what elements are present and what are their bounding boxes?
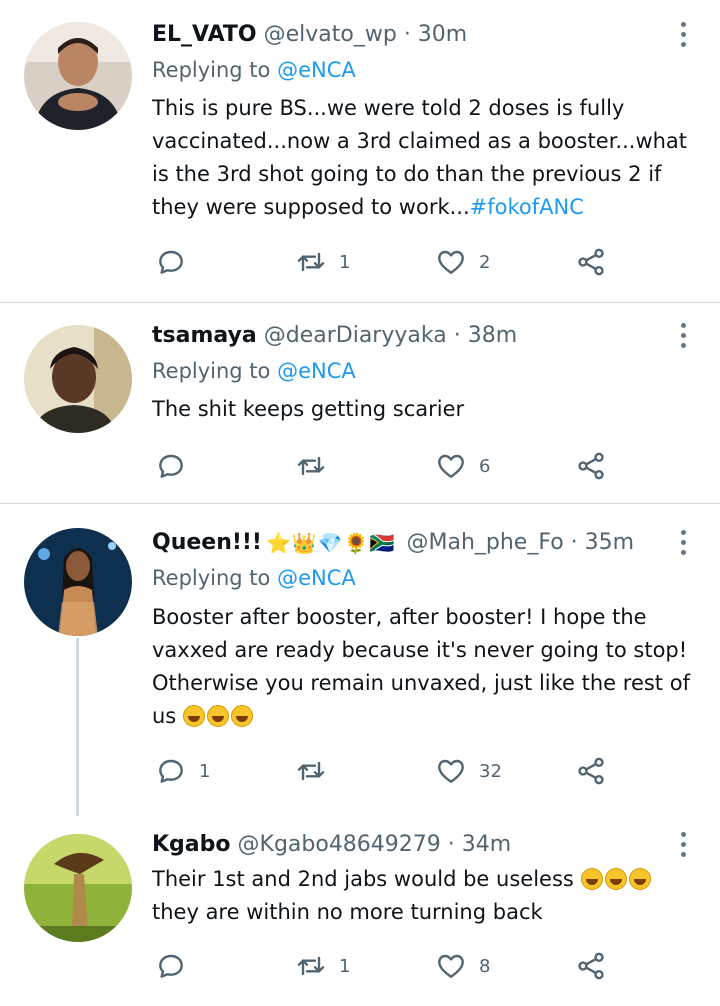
tweet-actions: 1 2 xyxy=(155,244,635,280)
user-handle[interactable]: @Mah_phe_Fo xyxy=(406,530,563,555)
tweet-text: Booster after booster, after booster! I … xyxy=(152,605,690,728)
avatar[interactable] xyxy=(24,834,132,942)
reply-button[interactable]: 1 xyxy=(155,753,210,789)
share-icon xyxy=(578,452,604,480)
retweet-count: 1 xyxy=(339,955,351,977)
reply-button[interactable] xyxy=(155,948,199,984)
retweet-button[interactable]: 1 xyxy=(295,244,350,280)
retweet-button[interactable] xyxy=(295,753,339,789)
display-name[interactable]: tsamaya xyxy=(152,323,257,348)
retweet-icon xyxy=(297,456,325,476)
display-name[interactable]: EL_VATO xyxy=(152,22,257,47)
user-handle[interactable]: @dearDiaryyaka xyxy=(264,323,447,348)
share-button[interactable] xyxy=(575,753,607,789)
more-vertical-icon[interactable] xyxy=(678,18,688,50)
timestamp[interactable]: · 34m xyxy=(448,832,511,857)
name-emojis: ⭐👑💎🌻🇿🇦 xyxy=(265,531,396,555)
like-count: 2 xyxy=(479,251,491,273)
more-vertical-icon[interactable] xyxy=(678,828,688,860)
avatar[interactable] xyxy=(24,22,132,130)
share-icon xyxy=(578,248,604,276)
mention-link[interactable]: @eNCA xyxy=(277,359,356,383)
retweet-count: 1 xyxy=(339,251,351,273)
reply-icon xyxy=(159,759,183,783)
tweet-header: Queen!!! ⭐👑💎🌻🇿🇦 @Mah_phe_Fo · 35m xyxy=(152,526,660,560)
tweet-queen[interactable]: Queen!!! ⭐👑💎🌻🇿🇦 @Mah_phe_Fo · 35m Replyin… xyxy=(0,504,720,816)
laughing-emoji-icon xyxy=(230,705,253,727)
tweet-actions: 1 32 xyxy=(155,753,635,789)
heart-icon xyxy=(438,454,464,478)
tweet-text: The shit keeps getting scarier xyxy=(152,397,465,421)
tweet-actions: 1 8 xyxy=(155,948,635,984)
timestamp[interactable]: · 30m xyxy=(404,22,467,47)
thread-line xyxy=(76,638,79,816)
tweet-text: This is pure BS...we were told 2 doses i… xyxy=(152,96,688,219)
retweet-button[interactable]: 1 xyxy=(295,948,350,984)
rofl-emoji-icon xyxy=(604,868,627,890)
tweet-header: Kgabo @Kgabo48649279 · 34m xyxy=(152,828,660,862)
retweet-icon xyxy=(297,252,325,272)
timestamp[interactable]: · 35m xyxy=(571,530,634,555)
avatar[interactable] xyxy=(24,528,132,636)
reply-icon xyxy=(159,954,183,978)
rofl-emoji-icon xyxy=(580,868,603,890)
replying-to: Replying to @eNCA xyxy=(152,566,356,590)
mention-link[interactable]: @eNCA xyxy=(277,566,356,590)
tweet-actions: 6 xyxy=(155,448,635,484)
heart-icon xyxy=(438,759,464,783)
retweet-button[interactable] xyxy=(295,448,339,484)
like-button[interactable]: 6 xyxy=(435,448,490,484)
like-button[interactable]: 8 xyxy=(435,948,490,984)
share-button[interactable] xyxy=(575,448,607,484)
more-vertical-icon[interactable] xyxy=(678,319,688,351)
timestamp[interactable]: · 38m xyxy=(454,323,517,348)
tweet-tsamaya[interactable]: tsamaya @dearDiaryyaka · 38m Replying to… xyxy=(0,303,720,503)
tweet-header: EL_VATO @elvato_wp · 30m xyxy=(152,18,660,52)
tweet-text: Their 1st and 2nd jabs would be useless … xyxy=(152,863,692,929)
mention-link[interactable]: @eNCA xyxy=(277,58,356,82)
hashtag-link[interactable]: #fokofANC xyxy=(470,195,584,219)
share-button[interactable] xyxy=(575,244,607,280)
tweet-elvato[interactable]: EL_VATO @elvato_wp · 30m Replying to @eN… xyxy=(0,0,720,302)
like-count: 32 xyxy=(479,760,502,782)
retweet-icon xyxy=(297,956,325,976)
replying-to: Replying to @eNCA xyxy=(152,58,356,82)
like-count: 6 xyxy=(479,455,491,477)
share-icon xyxy=(578,757,604,785)
like-count: 8 xyxy=(479,955,491,977)
tweet-kgabo[interactable]: Kgabo @Kgabo48649279 · 34m Their 1st and… xyxy=(0,812,720,1006)
like-button[interactable]: 2 xyxy=(435,244,490,280)
reply-icon xyxy=(159,454,183,478)
reply-button[interactable] xyxy=(155,244,199,280)
tweet-header: tsamaya @dearDiaryyaka · 38m xyxy=(152,319,660,353)
user-handle[interactable]: @Kgabo48649279 xyxy=(238,832,441,857)
reply-icon xyxy=(159,250,183,274)
avatar[interactable] xyxy=(24,325,132,433)
replying-to: Replying to @eNCA xyxy=(152,359,356,383)
share-icon xyxy=(578,952,604,980)
retweet-icon xyxy=(297,761,325,781)
more-vertical-icon[interactable] xyxy=(678,526,688,558)
share-button[interactable] xyxy=(575,948,607,984)
laughing-emoji-icon xyxy=(182,705,205,727)
display-name[interactable]: Kgabo xyxy=(152,832,231,857)
rofl-emoji-icon xyxy=(206,705,229,727)
reply-button[interactable] xyxy=(155,448,199,484)
heart-icon xyxy=(438,250,464,274)
user-handle[interactable]: @elvato_wp xyxy=(264,22,397,47)
display-name[interactable]: Queen!!! xyxy=(152,530,262,555)
rofl-emoji-icon xyxy=(628,868,651,890)
reply-count: 1 xyxy=(199,760,211,782)
like-button[interactable]: 32 xyxy=(435,753,502,789)
heart-icon xyxy=(438,954,464,978)
